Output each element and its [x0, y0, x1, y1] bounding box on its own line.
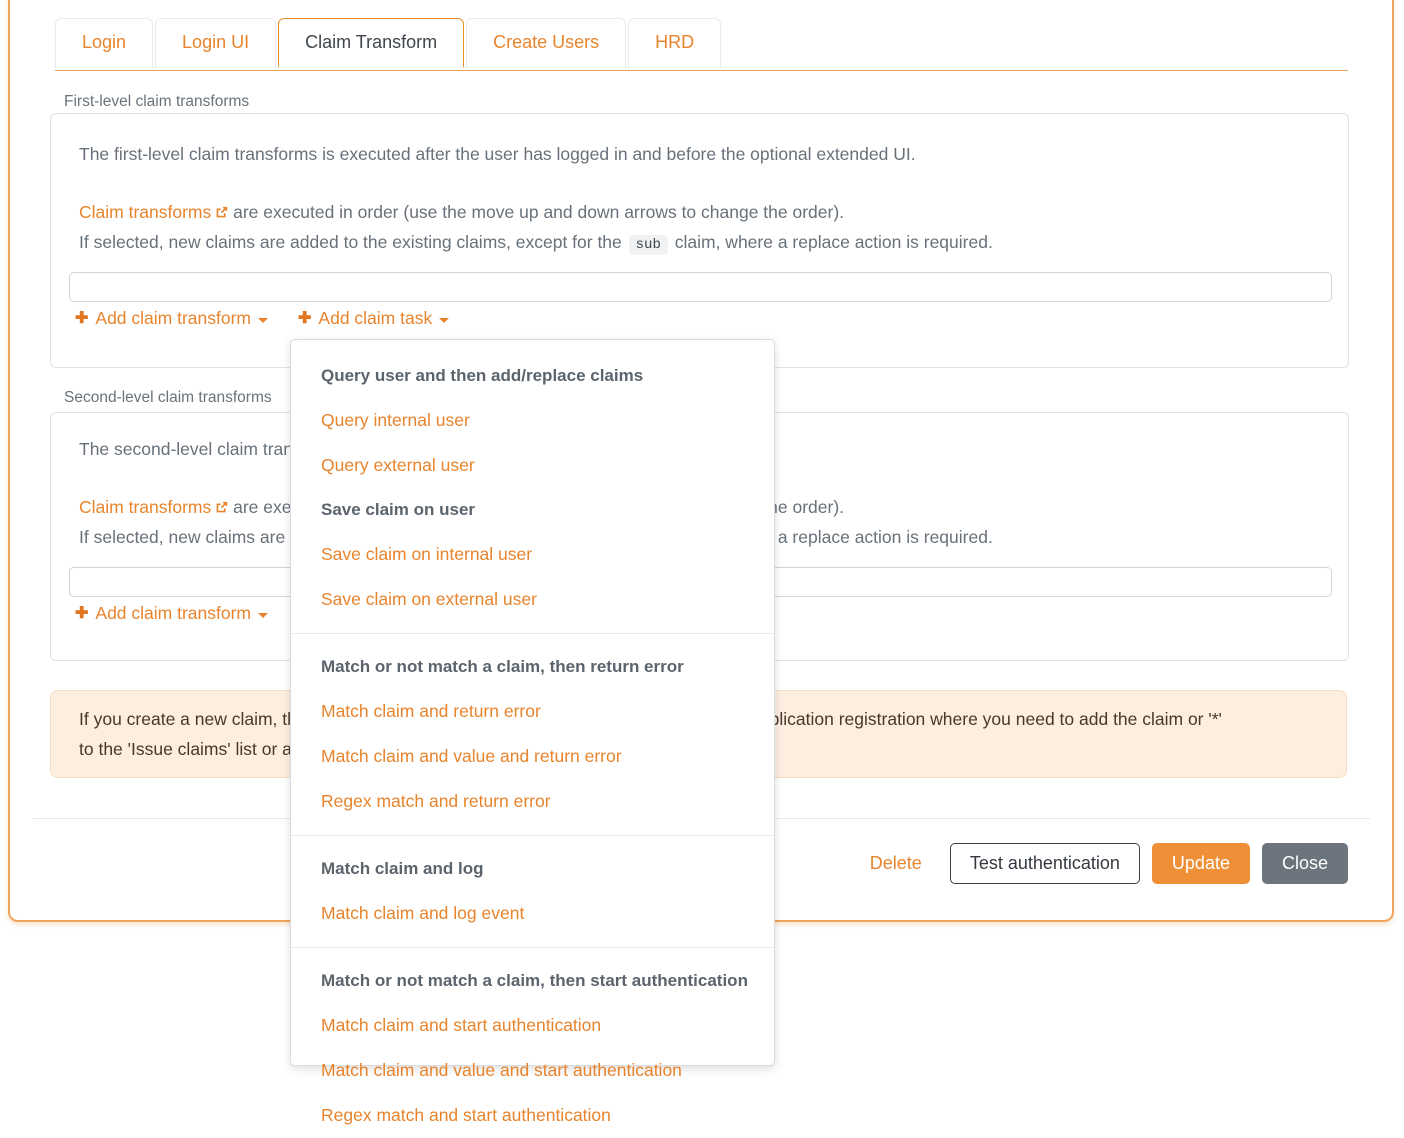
menu-item-match-claim-return-error[interactable]: Match claim and return error [291, 689, 774, 734]
test-authentication-button[interactable]: Test authentication [950, 843, 1140, 884]
menu-item-match-claim-log-event[interactable]: Match claim and log event [291, 891, 774, 936]
add-claim-transform-label: Add claim transform [95, 308, 251, 329]
selected-text-after: claim, where a replace action is require… [675, 232, 993, 252]
first-level-box: The first-level claim transforms is exec… [50, 113, 1349, 368]
dropdown-header: Query user and then add/replace claims [291, 354, 774, 398]
add-claim-transform-button[interactable]: ✚ Add claim transform [75, 603, 268, 624]
menu-item-match-claim-start-authentication[interactable]: Match claim and start authentication [291, 1003, 774, 1048]
dropdown-header: Match or not match a claim, then start a… [291, 959, 774, 1003]
delete-button[interactable]: Delete [870, 853, 922, 874]
order-text: are executed in order (use the move up a… [233, 202, 844, 222]
plus-icon: ✚ [75, 606, 88, 622]
menu-item-match-claim-value-start-authentication[interactable]: Match claim and value and start authenti… [291, 1048, 774, 1093]
add-claim-task-label: Add claim task [318, 308, 432, 329]
tab-create-users[interactable]: Create Users [466, 18, 626, 68]
chevron-down-icon [258, 613, 268, 618]
tab-hrd[interactable]: HRD [628, 18, 721, 68]
dropdown-header: Match claim and log [291, 847, 774, 891]
second-level-label: Second-level claim transforms [64, 389, 272, 407]
menu-item-save-claim-internal-user[interactable]: Save claim on internal user [291, 532, 774, 577]
tab-claim-transform[interactable]: Claim Transform [278, 18, 464, 68]
menu-divider [291, 835, 774, 836]
menu-item-query-external-user[interactable]: Query external user [291, 443, 774, 488]
first-level-selected-line: If selected, new claims are added to the… [79, 232, 993, 253]
external-link-icon [215, 203, 228, 224]
footer-actions: Delete Test authentication Update Close [870, 843, 1348, 884]
menu-item-regex-match-return-error[interactable]: Regex match and return error [291, 779, 774, 824]
menu-divider [291, 633, 774, 634]
sub-claim-chip: sub [629, 235, 668, 255]
add-claim-transform-button[interactable]: ✚ Add claim transform [75, 308, 268, 329]
plus-icon: ✚ [75, 311, 88, 327]
menu-item-query-internal-user[interactable]: Query internal user [291, 398, 774, 443]
external-link-icon [215, 498, 228, 519]
menu-item-match-claim-value-return-error[interactable]: Match claim and value and return error [291, 734, 774, 779]
add-claim-task-button[interactable]: ✚ Add claim task [298, 308, 449, 329]
dropdown-header: Save claim on user [291, 488, 774, 532]
selected-text-before: If selected, new claims are added to the… [79, 232, 622, 252]
dropdown-header: Match or not match a claim, then return … [291, 645, 774, 689]
first-level-claim-transforms-input[interactable] [69, 272, 1332, 302]
close-button[interactable]: Close [1262, 843, 1348, 884]
claim-transforms-link[interactable]: Claim transforms [79, 497, 211, 517]
menu-divider [291, 947, 774, 948]
first-level-order-line: Claim transforms are executed in order (… [79, 202, 844, 224]
tabs-underline [55, 70, 1348, 71]
menu-item-regex-match-start-authentication[interactable]: Regex match and start authentication [291, 1093, 774, 1138]
first-level-label: First-level claim transforms [64, 93, 249, 111]
tab-bar: Login Login UI Claim Transform Create Us… [55, 18, 723, 68]
update-button[interactable]: Update [1152, 843, 1250, 884]
first-level-intro: The first-level claim transforms is exec… [79, 144, 916, 165]
add-claim-task-dropdown-menu: Query user and then add/replace claims Q… [290, 339, 775, 1066]
chevron-down-icon [439, 318, 449, 323]
add-claim-transform-label: Add claim transform [95, 603, 251, 624]
menu-item-save-claim-external-user[interactable]: Save claim on external user [291, 577, 774, 622]
claim-transforms-link[interactable]: Claim transforms [79, 202, 211, 222]
tab-login[interactable]: Login [55, 18, 153, 68]
tab-login-ui[interactable]: Login UI [155, 18, 276, 68]
chevron-down-icon [258, 318, 268, 323]
plus-icon: ✚ [298, 311, 311, 327]
